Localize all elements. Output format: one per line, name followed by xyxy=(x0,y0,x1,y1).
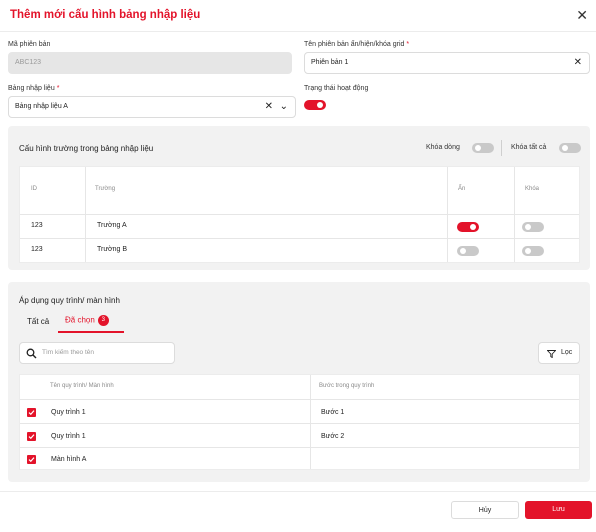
apply-row-1-step: Bước 1 xyxy=(321,409,345,416)
lock-all-toggle[interactable] xyxy=(559,143,581,153)
row-2-checkbox[interactable] xyxy=(27,432,36,441)
selected-count-badge: 3 xyxy=(97,315,109,326)
table-label: Bảng nhập liệu * xyxy=(8,85,60,92)
apply-row-2-step: Bước 2 xyxy=(321,433,345,440)
filter-button[interactable]: Lọc xyxy=(538,342,580,364)
lock-row-toggle[interactable] xyxy=(472,143,494,153)
lock-row-label: Khóa dòng xyxy=(426,144,460,151)
row-1-lock-toggle[interactable] xyxy=(522,222,544,232)
search-icon xyxy=(26,348,37,359)
table-select[interactable]: Bảng nhập liệu A ✕ ⌄ xyxy=(8,96,296,118)
apply-row-1-name: Quy trình 1 xyxy=(51,409,86,416)
filter-label: Lọc xyxy=(561,349,573,356)
cancel-button[interactable]: Hủy xyxy=(451,501,519,519)
dialog: Thêm mới cấu hình bảng nhập liệu ✕ Mã ph… xyxy=(0,0,596,532)
search-placeholder: Tìm kiếm theo tên xyxy=(42,349,95,356)
tab-selected[interactable]: Đã chọn 3 xyxy=(65,315,109,326)
tab-selected-label: Đã chọn xyxy=(65,315,95,325)
row-2-hidden-toggle[interactable] xyxy=(457,246,479,256)
version-code-label: Mã phiên bản xyxy=(8,41,51,48)
table-row-2-field: Trường B xyxy=(97,246,128,253)
version-name-label: Tên phiên bản ẩn/hiện/khóa grid * xyxy=(304,41,410,48)
tab-all[interactable]: Tất cả xyxy=(27,317,49,326)
col-lock: Khóa xyxy=(525,186,540,192)
col-hidden: Ẩn xyxy=(458,186,466,192)
dialog-title: Thêm mới cấu hình bảng nhập liệu xyxy=(10,9,201,21)
field-config-table: ID Trường Ẩn Khóa 123 Trường A 123 Trườn… xyxy=(19,166,580,263)
version-name-input[interactable]: Phiên bản 1 ✕ xyxy=(304,52,590,74)
table-row-2-id: 123 xyxy=(31,246,43,253)
version-name-value: Phiên bản 1 xyxy=(311,59,349,66)
row-1-checkbox[interactable] xyxy=(27,408,36,417)
table-row-1-id: 123 xyxy=(31,222,43,229)
check-icon xyxy=(28,410,35,416)
apply-row-2-name: Quy trình 1 xyxy=(51,433,86,440)
status-label: Trạng thái hoạt động xyxy=(304,85,369,92)
apply-row-3-name: Màn hình A xyxy=(51,456,87,463)
clear-icon[interactable]: ✕ xyxy=(574,53,582,73)
apply-title: Áp dụng quy trình/ màn hình xyxy=(19,296,120,305)
lock-all-label: Khóa tất cả xyxy=(511,144,547,151)
status-toggle[interactable] xyxy=(304,100,326,110)
save-button[interactable]: Lưu xyxy=(525,501,592,519)
apply-table: Tên quy trình/ Màn hình Bước trong quy t… xyxy=(19,374,580,470)
clear-icon[interactable]: ✕ xyxy=(265,97,273,117)
row-3-checkbox[interactable] xyxy=(27,455,36,464)
check-icon xyxy=(28,457,35,463)
check-icon xyxy=(28,434,35,440)
col-field: Trường xyxy=(95,186,116,192)
field-config-panel: Cấu hình trường trong bảng nhập liệu Khó… xyxy=(8,126,590,270)
col-id: ID xyxy=(31,186,37,192)
chevron-down-icon[interactable]: ⌄ xyxy=(280,97,288,117)
row-2-lock-toggle[interactable] xyxy=(522,246,544,256)
field-config-title: Cấu hình trường trong bảng nhập liệu xyxy=(19,144,154,153)
table-select-value: Bảng nhập liệu A xyxy=(15,103,68,110)
version-code-field: ABC123 xyxy=(8,52,292,74)
filter-icon xyxy=(547,350,556,358)
col-process-step: Bước trong quy trình xyxy=(319,383,375,389)
apply-panel: Áp dụng quy trình/ màn hình Tất cả Đã ch… xyxy=(8,282,590,482)
search-input[interactable]: Tìm kiếm theo tên xyxy=(19,342,175,364)
col-process-name: Tên quy trình/ Màn hình xyxy=(50,383,114,389)
table-row-1-field: Trường A xyxy=(97,222,127,229)
dialog-header: Thêm mới cấu hình bảng nhập liệu ✕ xyxy=(0,0,596,32)
row-1-hidden-toggle[interactable] xyxy=(457,222,479,232)
close-icon[interactable]: ✕ xyxy=(576,7,588,23)
